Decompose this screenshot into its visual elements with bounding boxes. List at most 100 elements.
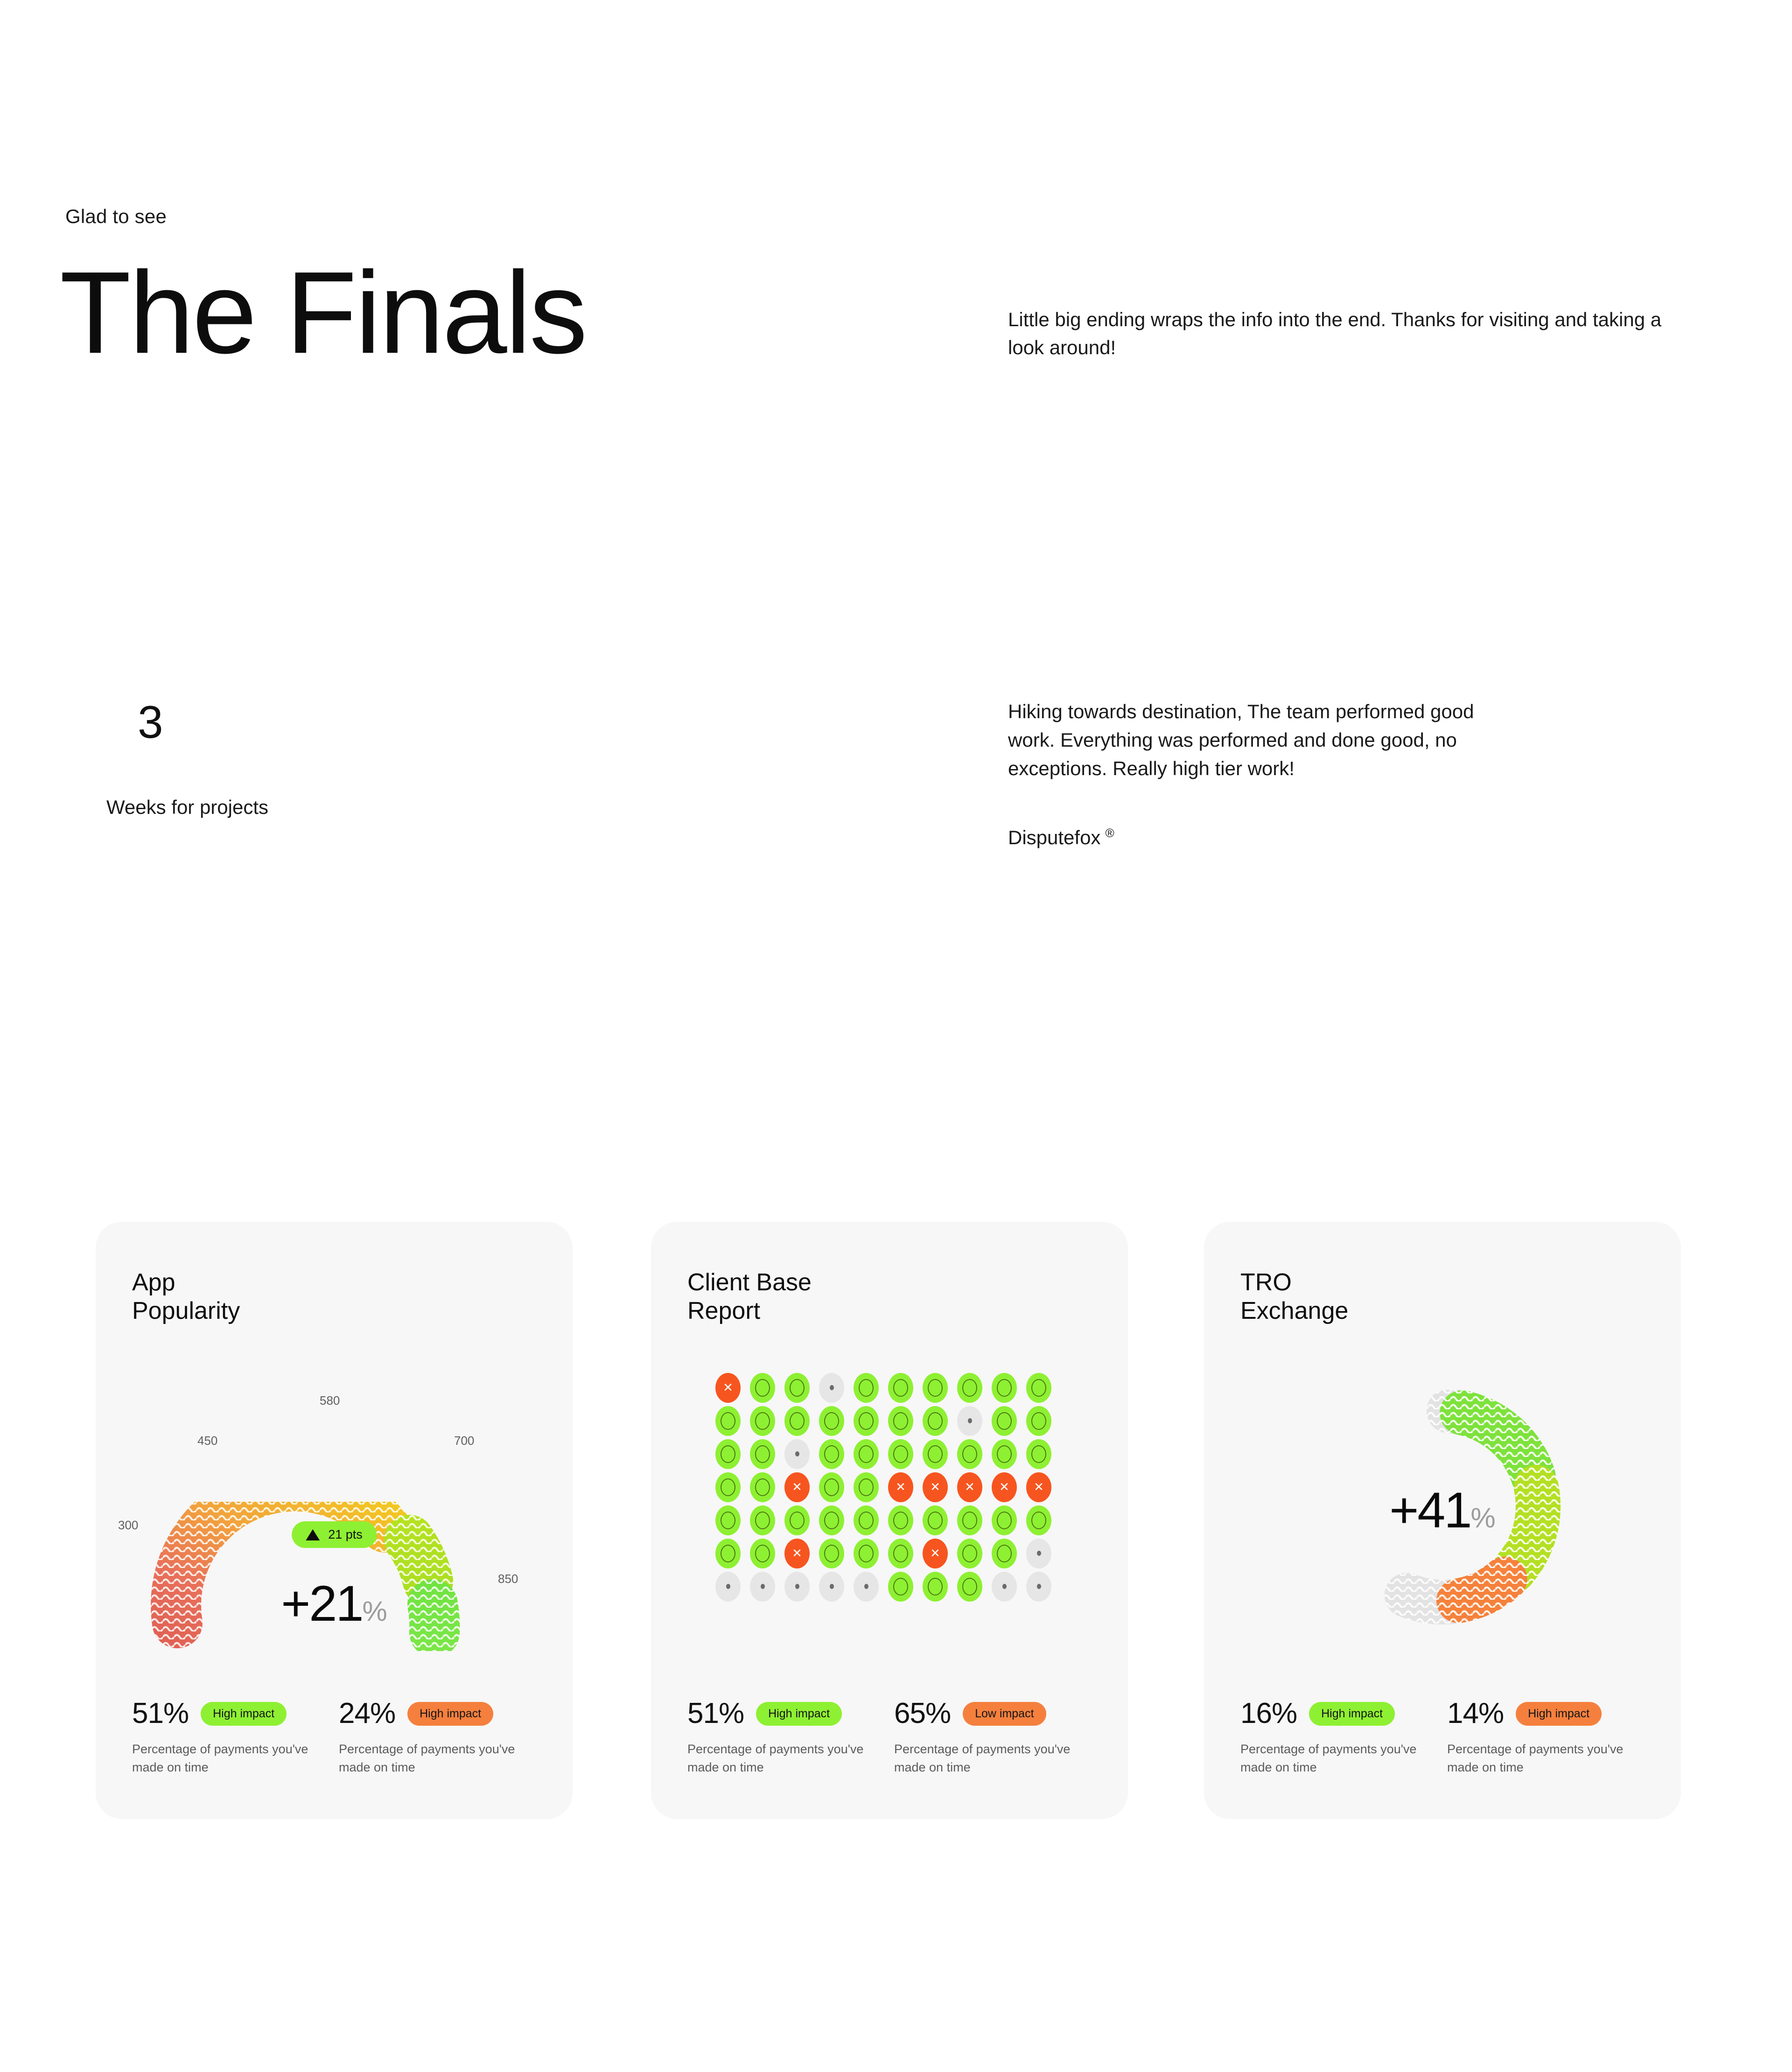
dot-active xyxy=(1026,1439,1051,1469)
dot-active xyxy=(715,1472,741,1502)
brand-wordmark: Disputefox ® xyxy=(1008,826,1114,849)
stat-item: 24% High impact Percentage of payments y… xyxy=(339,1699,536,1776)
hero-eyebrow: Glad to see xyxy=(65,205,167,227)
dot-failed: ✕ xyxy=(957,1472,982,1502)
donut-chart: +41% xyxy=(1204,1362,1681,1651)
gauge-delta-text: 21 pts xyxy=(328,1527,363,1541)
dot-active xyxy=(750,1538,775,1568)
dot-empty xyxy=(715,1571,741,1602)
dot-failed: ✕ xyxy=(784,1538,810,1568)
status-badge: High impact xyxy=(1309,1701,1395,1726)
card-footer-stats: 51% High impact Percentage of payments y… xyxy=(651,1699,1128,1776)
stat-item: 51% High impact Percentage of payments y… xyxy=(132,1699,329,1776)
dot-active xyxy=(854,1439,879,1469)
dot-active xyxy=(888,1372,913,1403)
dot-active xyxy=(923,1406,948,1436)
dot-empty xyxy=(957,1406,982,1436)
card-title: Client Base Report xyxy=(687,1269,812,1325)
card-footer-stats: 16% High impact Percentage of payments y… xyxy=(1204,1699,1681,1776)
dot-failed: ✕ xyxy=(923,1538,948,1568)
dot-failed: ✕ xyxy=(784,1472,810,1502)
dot-active xyxy=(854,1472,879,1502)
card-footer-stats: 51% High impact Percentage of payments y… xyxy=(96,1699,573,1776)
stat-value: 51% xyxy=(687,1697,744,1730)
dot-empty xyxy=(1026,1538,1051,1568)
card-title: App Popularity xyxy=(132,1269,240,1325)
card-client-base-report[interactable]: Client Base Report ✕ ✕ ✕ ✕ ✕ ✕ ✕ ✕ ✕ 51% High im… xyxy=(651,1222,1128,1819)
dot-active xyxy=(819,1472,844,1502)
dot-active xyxy=(819,1406,844,1436)
donut-unit: % xyxy=(1470,1502,1496,1533)
gauge-center-value: +21% xyxy=(96,1574,573,1632)
status-badge: High impact xyxy=(407,1701,494,1726)
status-badge: Low impact xyxy=(963,1701,1046,1726)
stat-item: 14% High impact Percentage of payments y… xyxy=(1447,1699,1645,1776)
weeks-stat-number: 3 xyxy=(138,696,163,748)
dot-active xyxy=(992,1538,1017,1568)
summary-paragraph: Hiking towards destination, The team per… xyxy=(1008,700,1474,779)
dot-active xyxy=(957,1439,982,1469)
registered-trademark-icon: ® xyxy=(1105,826,1114,840)
gauge-tick-300: 300 xyxy=(118,1518,139,1532)
dot-active xyxy=(1026,1406,1051,1436)
dot-active xyxy=(715,1538,741,1568)
status-badge: High impact xyxy=(1516,1701,1602,1726)
donut-value: +41 xyxy=(1389,1482,1472,1538)
stat-value: 16% xyxy=(1240,1697,1297,1730)
dot-active xyxy=(750,1472,775,1502)
dot-matrix-chart: ✕ ✕ ✕ ✕ ✕ ✕ ✕ ✕ ✕ xyxy=(651,1362,1128,1651)
donut-center-value: +41% xyxy=(1204,1481,1681,1539)
dot-active xyxy=(819,1439,844,1469)
stat-value: 51% xyxy=(132,1697,189,1730)
stat-item: 65% Low impact Percentage of payments yo… xyxy=(894,1699,1092,1776)
stat-item: 16% High impact Percentage of payments y… xyxy=(1240,1699,1438,1776)
status-badge: High impact xyxy=(756,1701,842,1726)
card-tro-exchange[interactable]: TRO Exchange +41% 16% High impact Percen… xyxy=(1204,1222,1681,1819)
dot-empty xyxy=(854,1571,879,1602)
gauge-unit: % xyxy=(362,1596,387,1627)
dot-active xyxy=(854,1538,879,1568)
dot-active xyxy=(923,1505,948,1535)
dot-active xyxy=(784,1505,810,1535)
stat-value: 24% xyxy=(339,1697,396,1730)
dot-empty xyxy=(819,1571,844,1602)
dot-empty xyxy=(750,1571,775,1602)
dot-matrix-grid: ✕ ✕ ✕ ✕ ✕ ✕ ✕ ✕ ✕ xyxy=(711,1371,1056,1603)
gauge-chart: 300 450 580 700 850 21 pts +21% xyxy=(96,1362,573,1674)
dot-active xyxy=(888,1439,913,1469)
dot-active xyxy=(992,1406,1017,1436)
dot-failed: ✕ xyxy=(715,1372,741,1403)
dot-active xyxy=(957,1372,982,1403)
weeks-stat-caption: Weeks for projects xyxy=(106,796,269,818)
dot-active xyxy=(784,1406,810,1436)
dot-active xyxy=(750,1406,775,1436)
dot-active xyxy=(888,1406,913,1436)
stat-description: Percentage of payments you've made on ti… xyxy=(894,1742,1071,1774)
card-title: TRO Exchange xyxy=(1240,1269,1349,1325)
dot-active xyxy=(992,1505,1017,1535)
dot-failed: ✕ xyxy=(992,1472,1017,1502)
card-app-popularity[interactable]: App Popularity 300 450 580 700 850 21 pt… xyxy=(96,1222,573,1819)
arrow-up-icon xyxy=(306,1529,320,1540)
dot-active xyxy=(923,1439,948,1469)
stat-value: 14% xyxy=(1447,1697,1504,1730)
stat-item: 51% High impact Percentage of payments y… xyxy=(687,1699,885,1776)
dot-active xyxy=(784,1372,810,1403)
gauge-tick-580: 580 xyxy=(320,1393,340,1407)
dot-failed: ✕ xyxy=(888,1472,913,1502)
dot-active xyxy=(923,1571,948,1602)
stat-description: Percentage of payments you've made on ti… xyxy=(687,1742,864,1774)
dot-active xyxy=(957,1571,982,1602)
dot-active xyxy=(750,1439,775,1469)
gauge-delta-badge: 21 pts xyxy=(292,1521,377,1548)
dot-active xyxy=(750,1372,775,1403)
gauge-tick-700: 700 xyxy=(454,1434,475,1448)
dot-active xyxy=(957,1538,982,1568)
dot-active xyxy=(888,1571,913,1602)
dot-active xyxy=(819,1538,844,1568)
stat-value: 65% xyxy=(894,1697,951,1730)
stat-description: Percentage of payments you've made on ti… xyxy=(132,1742,308,1774)
dot-active xyxy=(992,1372,1017,1403)
dot-empty xyxy=(992,1571,1017,1602)
gauge-tick-450: 450 xyxy=(197,1434,218,1448)
